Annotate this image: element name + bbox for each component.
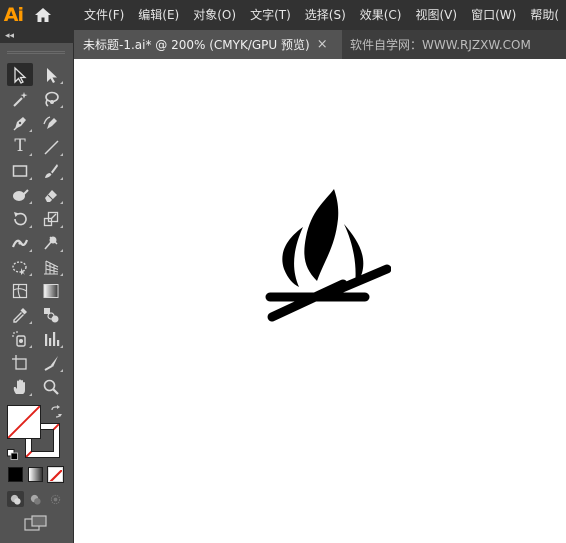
watermark-text: 软件自学网：WWW.RJZXW.COM [350,38,531,52]
draw-normal-button[interactable] [7,491,24,507]
tool-scale[interactable] [38,207,64,230]
eraser-icon [45,189,57,202]
screen-mode-button[interactable] [24,515,48,531]
curvature-icon [43,115,57,129]
type-icon: T [14,136,26,156]
color-mode-button[interactable] [8,467,23,482]
tool-rotate[interactable] [7,207,33,230]
panel-grip[interactable] [7,51,65,54]
tool-symbol-sprayer[interactable] [7,327,33,350]
menu-object[interactable]: 对象(O) [186,0,243,30]
draw-behind-icon [30,494,41,505]
default-fill-stroke-icon[interactable] [7,445,18,460]
blend-icon [44,307,59,322]
draw-normal-icon [10,494,21,505]
tool-puppet-warp[interactable] [38,231,64,254]
draw-inside-button[interactable] [47,491,64,507]
home-button[interactable] [29,0,57,30]
app-logo: Ai [3,4,24,26]
menu-select[interactable]: 选择(S) [298,0,353,30]
tool-zoom[interactable] [38,375,64,398]
document-tab[interactable]: 未标题-1.ai* @ 200% (CMYK/GPU 预览) × [74,30,342,59]
tool-line-segment[interactable] [38,135,64,158]
tool-slice[interactable] [38,351,64,374]
menu-items: 文件(F) 编辑(E) 对象(O) 文字(T) 选择(S) 效果(C) 视图(V… [77,0,566,30]
tool-pen[interactable] [7,111,33,134]
tool-magic-wand[interactable] [7,87,33,110]
menu-help[interactable]: 帮助( [523,0,566,30]
document-canvas[interactable] [74,59,566,543]
puppet-warp-icon [44,236,58,250]
menu-file[interactable]: 文件(F) [77,0,131,30]
menu-edit[interactable]: 编辑(E) [131,0,186,30]
home-icon [34,8,51,22]
perspective-grid-icon [44,260,59,274]
pen-icon [13,116,26,130]
none-indicator-icon [49,469,62,481]
tool-column-graph[interactable] [38,327,64,350]
symbol-sprayer-icon [12,330,26,347]
slice-icon [44,355,58,371]
selection-arrow-icon [14,65,27,84]
width-icon [11,239,29,247]
eyedropper-icon [13,307,27,323]
tool-gradient[interactable] [38,279,64,302]
tool-curvature[interactable] [38,111,64,134]
rotate-icon [14,211,27,225]
line-segment-icon [44,139,59,155]
document-tab-bar: 未标题-1.ai* @ 200% (CMYK/GPU 预览) × 软件自学网：W… [74,30,566,59]
paintbrush-icon [45,163,58,178]
direct-selection-arrow-icon [47,67,57,83]
tool-width[interactable] [7,231,33,254]
shaper-icon [13,188,29,201]
tool-blend[interactable] [38,303,64,326]
tool-eraser[interactable] [38,183,64,206]
tool-eyedropper[interactable] [7,303,33,326]
lasso-icon [45,91,59,107]
illustrator-window: Ai 文件(F) 编辑(E) 对象(O) 文字(T) 选择(S) 效果(C) 视… [0,0,566,543]
swap-fill-stroke-icon[interactable] [49,405,63,419]
menu-window[interactable]: 窗口(W) [464,0,523,30]
tool-direct-selection[interactable] [38,63,64,86]
tool-shaper[interactable] [7,183,33,206]
none-mode-button[interactable] [47,466,64,483]
tool-hand[interactable] [7,375,33,398]
magic-wand-icon [13,91,28,107]
screen-mode-icon [24,515,47,531]
tool-paintbrush[interactable] [38,159,64,182]
hand-icon [13,379,25,394]
zoom-icon [43,379,59,395]
mesh-icon [12,283,28,298]
menu-effect[interactable]: 效果(C) [353,0,409,30]
collapse-panel-icon[interactable]: ◂◂ [5,32,14,41]
free-transform-icon [12,260,27,275]
tool-artboard[interactable] [7,351,33,374]
tools-panel-header: ◂◂ [0,30,74,43]
menu-view[interactable]: 视图(V) [409,0,465,30]
gradient-icon [43,283,59,298]
menu-type[interactable]: 文字(T) [243,0,298,30]
tool-type[interactable]: T [7,135,33,158]
tool-perspective-grid[interactable] [38,255,64,278]
rectangle-icon [12,164,28,177]
close-tab-icon[interactable]: × [317,37,328,52]
draw-behind-button[interactable] [27,491,44,507]
document-tab-title: 未标题-1.ai* @ 200% (CMYK/GPU 预览) [83,38,310,52]
column-graph-icon [45,331,60,346]
tool-mesh[interactable] [7,279,33,302]
tool-lasso[interactable] [38,87,64,110]
fill-swatch[interactable] [7,405,41,439]
tool-rectangle[interactable] [7,159,33,182]
none-indicator-icon [8,406,40,438]
menu-bar: Ai 文件(F) 编辑(E) 对象(O) 文字(T) 选择(S) 效果(C) 视… [0,0,566,30]
scale-icon [43,211,59,226]
campfire-icon[interactable] [265,189,391,325]
tool-selection[interactable] [7,63,33,86]
artboard-icon [12,354,27,370]
draw-inside-icon [50,494,61,504]
tool-free-transform[interactable] [7,255,33,278]
gradient-mode-button[interactable] [28,467,43,482]
